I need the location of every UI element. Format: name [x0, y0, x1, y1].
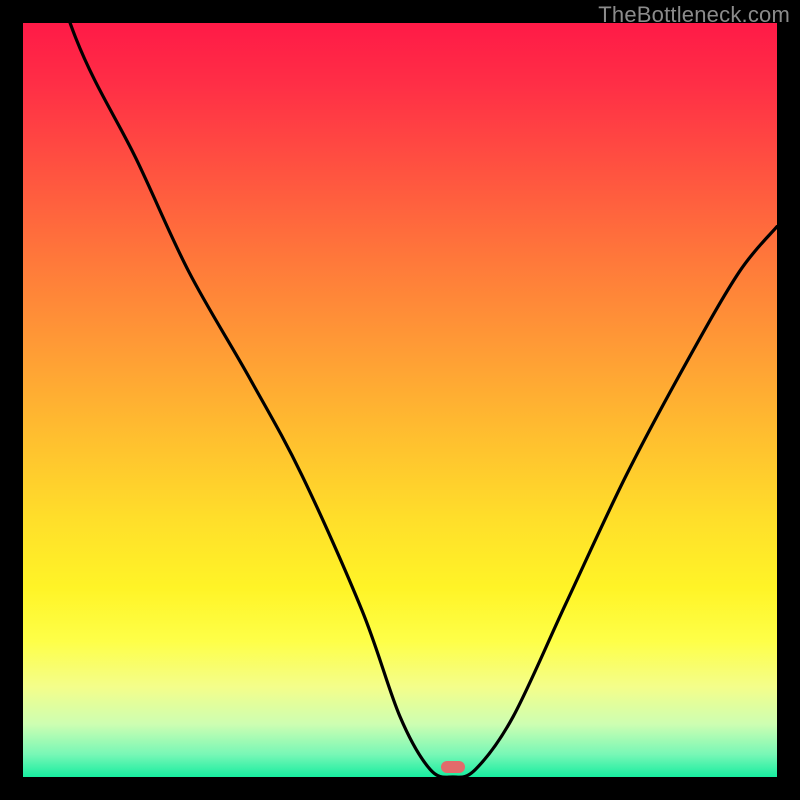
plot-area — [23, 23, 777, 777]
curve-svg — [23, 23, 777, 777]
optimal-marker — [441, 761, 465, 773]
chart-frame: TheBottleneck.com — [0, 0, 800, 800]
watermark-text: TheBottleneck.com — [598, 2, 790, 28]
bottleneck-curve — [23, 23, 777, 777]
